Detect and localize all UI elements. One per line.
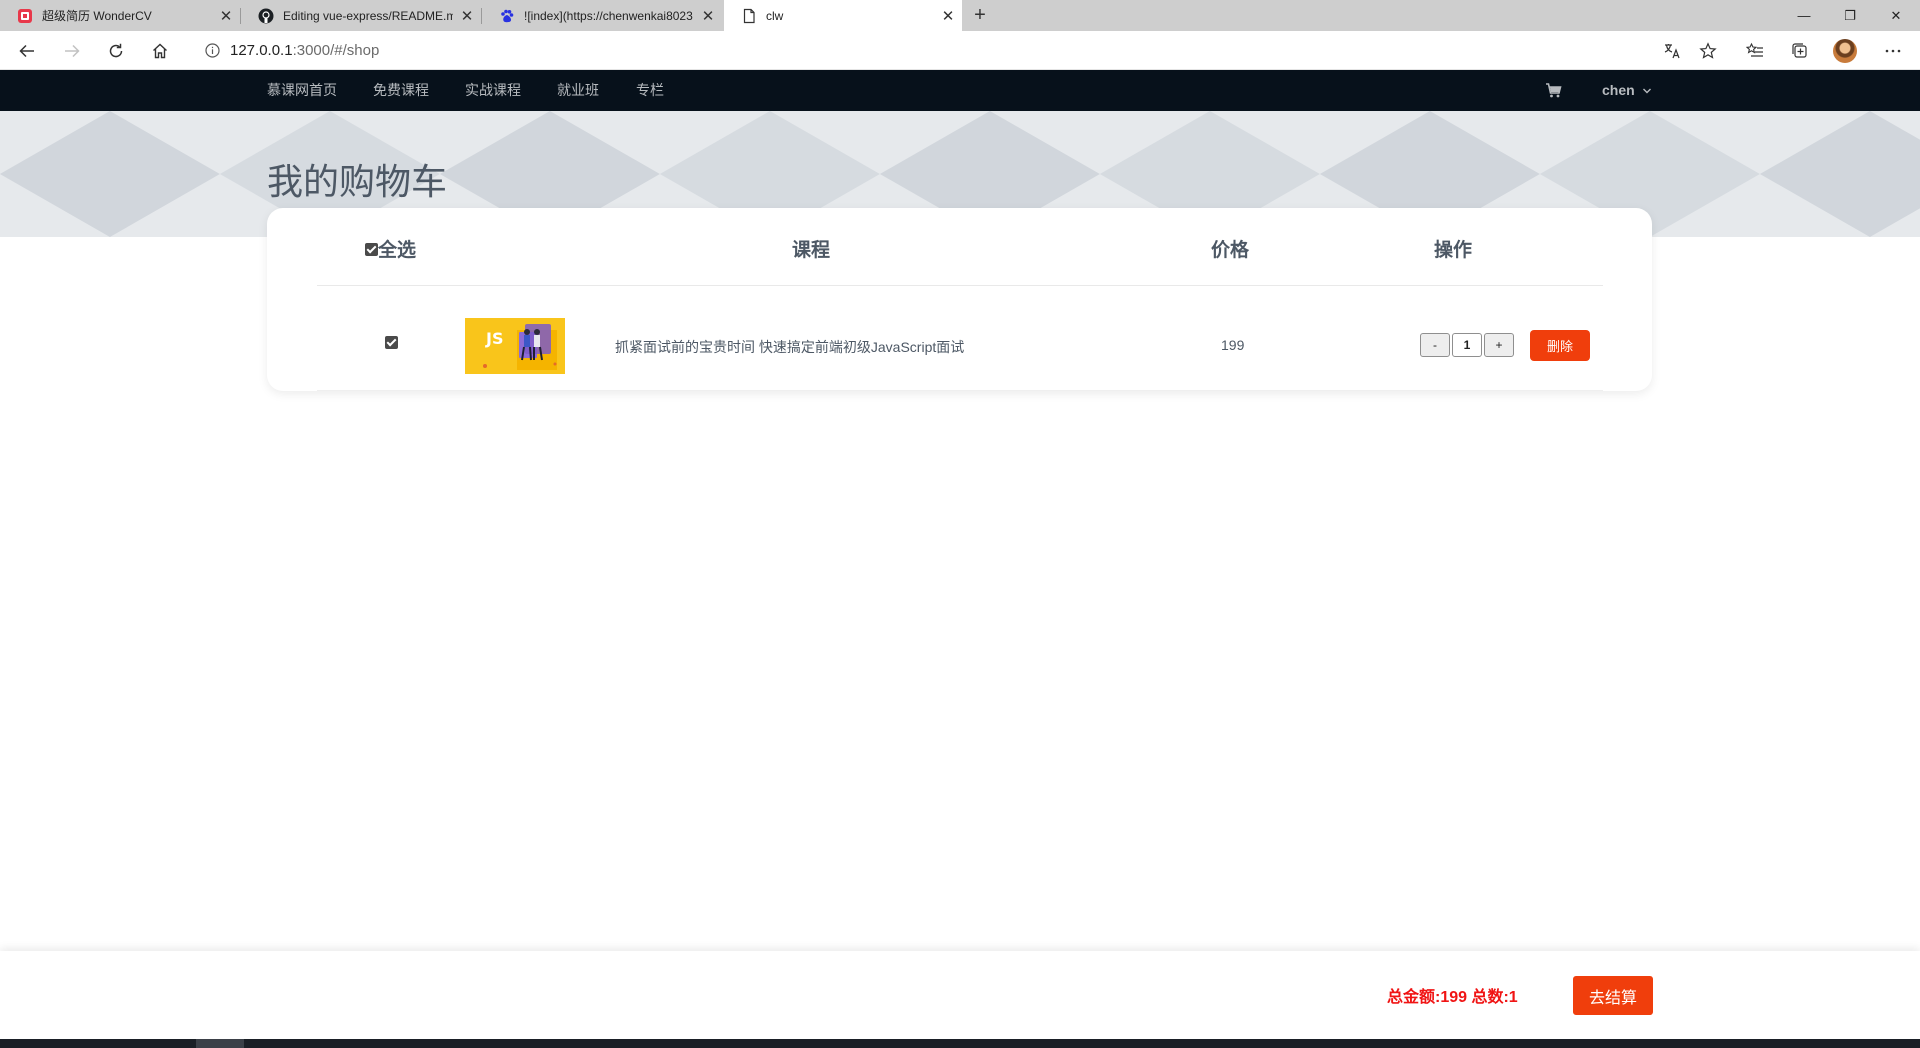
select-all-label: 全选 [378, 240, 417, 261]
nav-item-employment-class[interactable]: 就业班 [557, 70, 599, 111]
nav-item-practical-courses[interactable]: 实战课程 [465, 70, 521, 111]
browser-tab-baidu[interactable]: ![index](https://chenwenkai8023 ✕ [482, 0, 722, 31]
shopping-cart-icon[interactable] [1545, 82, 1562, 104]
restore-button[interactable]: ❐ [1827, 0, 1873, 31]
chevron-down-icon [1642, 88, 1651, 94]
star-icon [1699, 41, 1717, 59]
tab-title: ![index](https://chenwenkai8023 [524, 8, 693, 23]
favorite-button[interactable] [1691, 31, 1725, 70]
back-button[interactable] [9, 31, 45, 70]
os-taskbar [0, 1039, 1920, 1048]
close-icon[interactable]: ✕ [212, 7, 240, 25]
collections-button[interactable] [1783, 31, 1817, 70]
checkout-button[interactable]: 去结算 [1573, 976, 1653, 1015]
increase-quantity-button[interactable]: + [1484, 333, 1514, 357]
decrease-quantity-button[interactable]: - [1420, 333, 1450, 357]
quantity-input[interactable]: 1 [1452, 333, 1482, 357]
taskbar-item[interactable] [196, 1039, 244, 1048]
favorites-list-icon [1746, 42, 1763, 57]
item-price: 199 [1221, 337, 1245, 353]
user-menu[interactable]: chen [1602, 70, 1652, 111]
page-title: 我的购物车 [267, 161, 448, 202]
column-header-action: 操作 [1434, 240, 1473, 261]
favorites-list-button[interactable] [1738, 31, 1772, 70]
tab-title: clw [766, 8, 784, 23]
new-tab-button[interactable]: + [968, 0, 992, 31]
github-icon [258, 8, 274, 24]
forward-arrow-icon [65, 44, 80, 57]
baidu-icon [499, 8, 515, 24]
course-name-link[interactable]: 抓紧面试前的宝贵时间 快速搞定前端初级JavaScript面试 [615, 337, 964, 357]
delete-button[interactable]: 删除 [1530, 330, 1590, 361]
close-icon[interactable]: ✕ [934, 7, 962, 25]
page-icon [741, 8, 757, 24]
cart-item-row: JS 抓紧面试前的宝贵时间 快速搞定前端初级JavaScript面试 199 -… [317, 286, 1603, 391]
url-host: 127.0.0.1 [230, 42, 293, 59]
profile-avatar[interactable] [1833, 39, 1857, 63]
tab-title: 超级简历 WonderCV [42, 9, 152, 23]
cart-table-header: 全选 课程 价格 操作 [317, 208, 1603, 286]
close-icon[interactable]: ✕ [453, 7, 481, 25]
home-button[interactable] [142, 31, 178, 70]
username: chen [1602, 82, 1635, 98]
translate-icon [1664, 43, 1680, 58]
refresh-button[interactable] [98, 31, 134, 70]
item-checkbox[interactable] [385, 336, 398, 349]
wondercv-icon [17, 8, 33, 24]
info-icon[interactable] [202, 43, 222, 58]
checkout-bar: 总金额:199 总数:1 去结算 [0, 951, 1920, 1039]
minimize-button[interactable]: — [1781, 0, 1827, 31]
url-text: 127.0.0.1:3000/#/shop [230, 42, 379, 59]
column-header-price: 价格 [1211, 240, 1250, 261]
back-arrow-icon [19, 44, 34, 57]
select-all-checkbox[interactable] [365, 242, 378, 256]
address-toolbar: 127.0.0.1:3000/#/shop [0, 31, 1920, 70]
nav-item-column[interactable]: 专栏 [636, 70, 664, 111]
nav-item-home[interactable]: 慕课网首页 [267, 70, 337, 111]
course-thumbnail[interactable]: JS [465, 318, 565, 374]
translate-button[interactable] [1655, 31, 1689, 70]
tab-title: Editing vue-express/README.md [283, 8, 453, 23]
browser-tab-strip: 超级简历 WonderCV ✕ Editing vue-express/READ… [0, 0, 1920, 31]
site-nav: 慕课网首页 免费课程 实战课程 就业班 专栏 chen [0, 70, 1920, 111]
refresh-icon [109, 43, 123, 57]
column-header-course: 课程 [792, 240, 831, 261]
order-summary: 总金额:199 总数:1 [1387, 989, 1518, 1006]
collections-icon [1792, 42, 1807, 58]
more-dots-icon [1885, 49, 1901, 52]
browser-tab-github[interactable]: Editing vue-express/README.md ✕ [241, 0, 481, 31]
more-button[interactable] [1876, 31, 1910, 70]
select-all[interactable]: 全选 [365, 235, 416, 262]
row-divider [317, 390, 1603, 391]
close-icon[interactable]: ✕ [694, 7, 722, 25]
home-icon [153, 43, 167, 58]
url-field[interactable]: 127.0.0.1:3000/#/shop [190, 36, 1690, 65]
thumbnail-label: JS [485, 329, 503, 348]
close-window-button[interactable]: ✕ [1873, 0, 1919, 31]
cart-card: 全选 课程 价格 操作 JS 抓紧面试前的宝贵时间 快速搞定前端初级JavaSc… [267, 208, 1652, 391]
browser-tab-active[interactable]: clw ✕ [724, 0, 962, 31]
nav-item-free-courses[interactable]: 免费课程 [373, 70, 429, 111]
forward-button[interactable] [54, 31, 90, 70]
url-path: :3000/#/shop [292, 42, 380, 59]
browser-tab-wondercv[interactable]: 超级简历 WonderCV ✕ [0, 0, 240, 31]
